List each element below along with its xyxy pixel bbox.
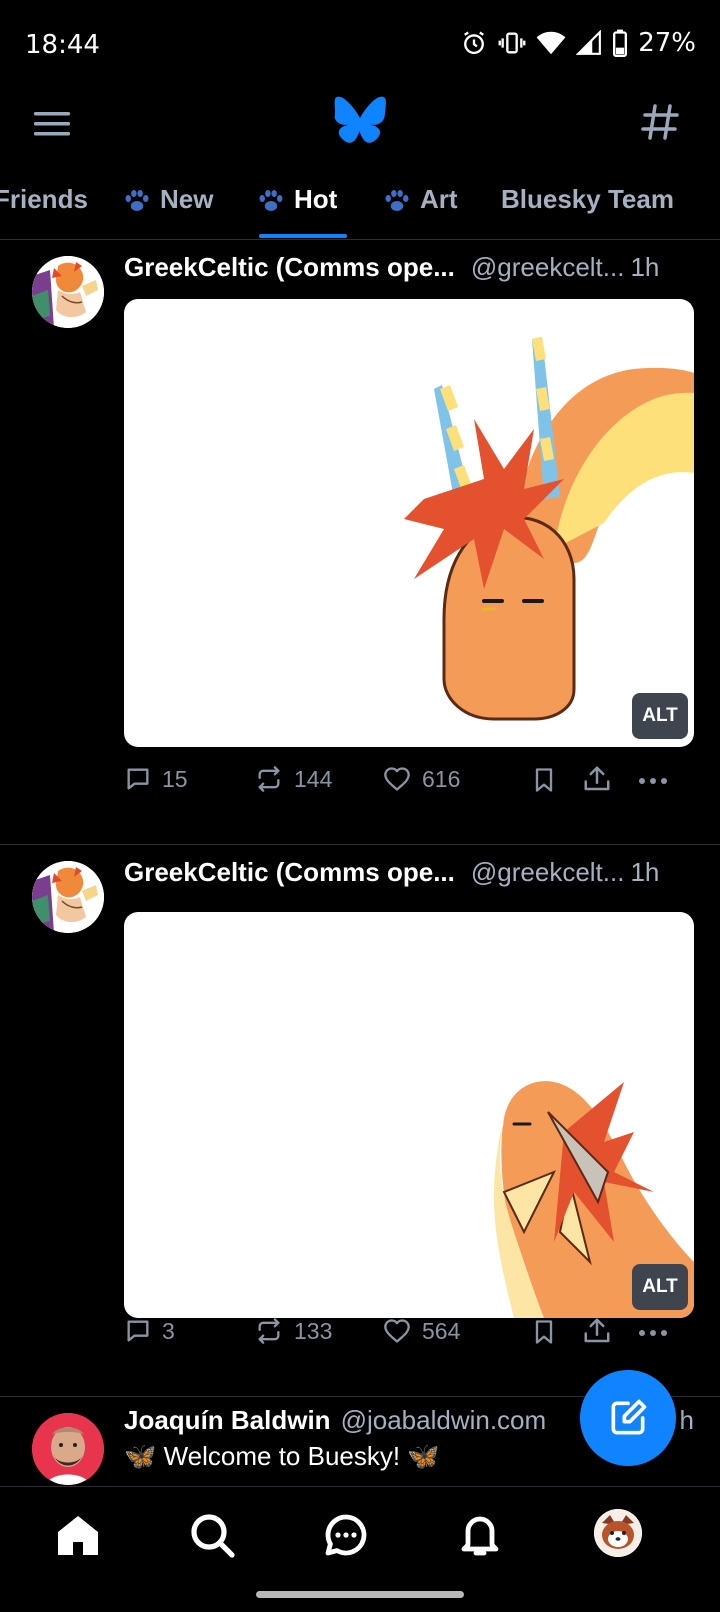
feed-post[interactable]: GreekCeltic (Comms ope... @greekcelt... …	[0, 240, 720, 845]
compose-post-button[interactable]	[580, 1370, 676, 1466]
tab-label: Friends	[0, 184, 88, 214]
author-name[interactable]: GreekCeltic (Comms ope...	[124, 252, 455, 283]
alt-text-badge[interactable]: ALT	[632, 1264, 688, 1310]
profile-avatar[interactable]	[594, 1509, 642, 1557]
post-text: 🦋 Welcome to Buesky! 🦋	[124, 1441, 440, 1471]
post-time: h	[679, 1405, 694, 1435]
tab-art[interactable]: Art	[382, 184, 458, 239]
wifi-icon	[536, 31, 566, 55]
top-app-bar	[0, 92, 720, 184]
tab-hot[interactable]: Hot	[256, 184, 338, 239]
bluesky-butterfly-logo[interactable]	[334, 96, 386, 144]
tab-new[interactable]: New	[122, 184, 214, 239]
post-image[interactable]: ALT	[124, 912, 694, 1318]
author-handle[interactable]: @greekcelt...	[471, 857, 625, 888]
reply-icon	[127, 768, 149, 790]
feed-tabs: Friends New Hot Art Bluesky Team	[0, 176, 720, 240]
bottom-navigation	[0, 1486, 720, 1612]
tab-label: Art	[420, 184, 458, 214]
home-icon[interactable]	[54, 1511, 102, 1559]
like-count: 616	[422, 765, 461, 792]
tab-friends[interactable]: Friends	[0, 184, 88, 239]
post-header: GreekCeltic (Comms ope... @greekcelt... …	[124, 857, 694, 888]
more-options-icon[interactable]	[638, 1321, 668, 1345]
post-actions: 3 133 564	[124, 1317, 694, 1357]
post-image[interactable]: ALT	[124, 299, 694, 747]
chat-icon[interactable]	[322, 1511, 370, 1559]
more-options-icon[interactable]	[638, 769, 668, 793]
hashtag-icon[interactable]	[640, 102, 680, 142]
avatar[interactable]	[32, 256, 104, 328]
repost-count: 144	[294, 765, 333, 792]
repost-button[interactable]: 144	[254, 765, 332, 793]
tab-label: New	[160, 184, 214, 214]
gesture-home-indicator	[256, 1591, 464, 1598]
avatar[interactable]	[32, 861, 104, 933]
repost-button[interactable]: 133	[254, 1317, 332, 1345]
cellular-icon	[576, 30, 602, 55]
alt-text-badge[interactable]: ALT	[632, 693, 688, 739]
paw-icon	[385, 190, 409, 211]
status-icons: 27%	[460, 28, 696, 58]
repost-count: 133	[294, 1317, 333, 1344]
paw-icon	[259, 190, 283, 211]
tab-bluesky-team[interactable]: Bluesky Team	[501, 184, 674, 239]
reply-icon	[127, 1320, 149, 1342]
heart-icon	[384, 1319, 410, 1343]
share-icon[interactable]	[582, 763, 612, 795]
author-handle[interactable]: @greekcelt...	[471, 252, 625, 283]
author-handle[interactable]: @joabaldwin.com	[341, 1405, 547, 1436]
menu-icon[interactable]	[32, 104, 72, 144]
battery-icon	[613, 29, 628, 57]
reply-button[interactable]: 15	[124, 765, 188, 793]
reply-button[interactable]: 3	[124, 1317, 175, 1345]
search-icon[interactable]	[188, 1511, 236, 1559]
battery-percent: 27%	[638, 28, 696, 58]
feed-post[interactable]: GreekCeltic (Comms ope... @greekcelt... …	[0, 845, 720, 1397]
like-button[interactable]: 564	[382, 1317, 460, 1345]
dragon-illustration	[404, 337, 694, 721]
post-time: 1h	[630, 252, 660, 282]
share-icon[interactable]	[582, 1315, 612, 1347]
heart-icon	[384, 767, 410, 791]
paw-icon	[125, 190, 149, 211]
vibrate-icon	[498, 32, 526, 54]
repost-icon	[258, 1318, 280, 1344]
bookmark-icon[interactable]	[530, 765, 558, 795]
author-name[interactable]: Joaquín Baldwin	[124, 1405, 331, 1436]
post-actions: 15 144 616	[124, 765, 694, 805]
dragon-illustration	[494, 1081, 694, 1318]
like-count: 564	[422, 1317, 461, 1344]
tab-label: Bluesky Team	[501, 184, 674, 214]
like-button[interactable]: 616	[382, 765, 460, 793]
author-name[interactable]: GreekCeltic (Comms ope...	[124, 857, 455, 888]
active-tab-indicator	[259, 234, 347, 238]
status-bar: 18:44 27%	[0, 0, 720, 92]
post-header: GreekCeltic (Comms ope... @greekcelt... …	[124, 252, 694, 283]
alarm-icon	[464, 31, 485, 55]
avatar[interactable]	[32, 1413, 104, 1485]
reply-count: 15	[162, 765, 188, 792]
compose-icon	[611, 1399, 647, 1435]
repost-icon	[258, 766, 280, 792]
status-time: 18:44	[25, 30, 100, 60]
reply-count: 3	[162, 1317, 175, 1344]
bookmark-icon[interactable]	[530, 1317, 558, 1347]
tab-label: Hot	[294, 184, 338, 214]
notifications-bell-icon[interactable]	[456, 1511, 504, 1559]
post-time: 1h	[630, 857, 660, 887]
